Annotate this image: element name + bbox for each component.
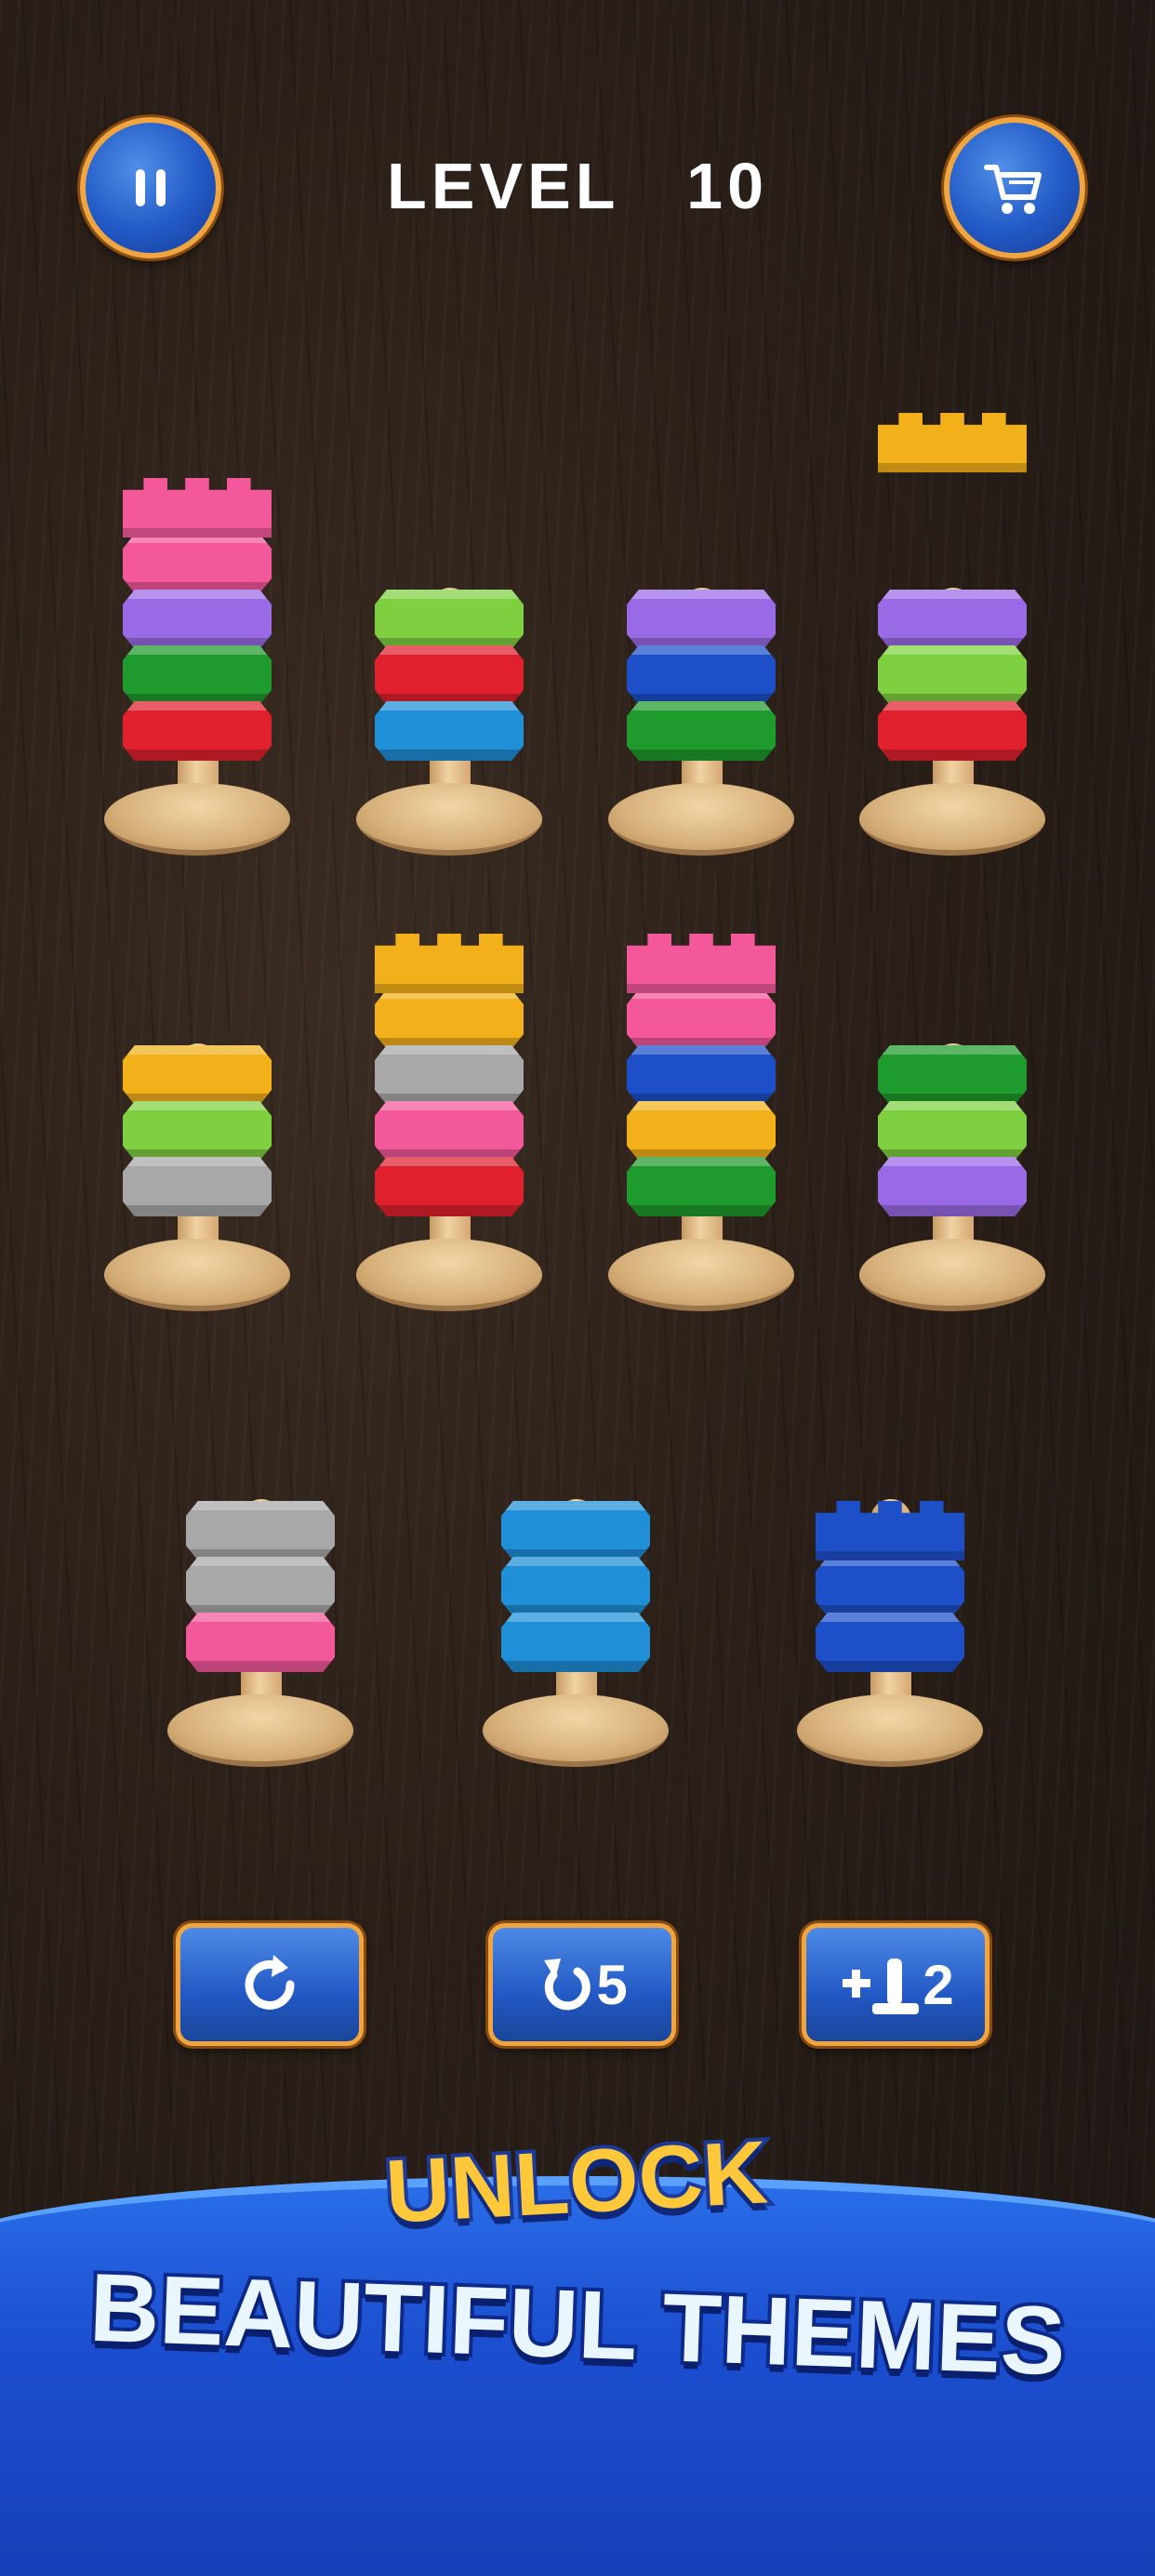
ring-lime[interactable] (878, 645, 1027, 705)
tower-4[interactable] (859, 413, 1055, 902)
ring-red[interactable] (123, 701, 272, 761)
ring-crown-yellow[interactable] (878, 413, 1027, 472)
undo-button[interactable]: 5 (488, 1923, 676, 2046)
ring-purple[interactable] (878, 1157, 1027, 1216)
add-peg-icon (843, 1959, 920, 2014)
tower-3[interactable] (608, 437, 803, 902)
ring-navy[interactable] (627, 645, 776, 705)
ring-green[interactable] (123, 645, 272, 705)
pause-icon (136, 169, 166, 206)
restart-icon (245, 1955, 295, 2010)
level-title: LEVEL 10 (299, 149, 856, 223)
ring-yellow[interactable] (375, 989, 524, 1049)
tower-base (859, 1239, 1045, 1311)
undo-icon (544, 1959, 591, 2011)
ring-red[interactable] (878, 701, 1027, 761)
ring-gray[interactable] (186, 1501, 335, 1560)
ring-yellow[interactable] (627, 1101, 776, 1161)
ring-green[interactable] (627, 701, 776, 761)
tower-base (797, 1694, 983, 1767)
ring-green[interactable] (627, 1157, 776, 1216)
ring-lime[interactable] (878, 1101, 1027, 1161)
ring-gray[interactable] (123, 1157, 272, 1216)
cart-icon (984, 165, 1042, 214)
ring-red[interactable] (375, 645, 524, 705)
ring-purple[interactable] (123, 590, 272, 649)
pause-button[interactable] (80, 117, 221, 259)
ring-purple[interactable] (878, 590, 1027, 649)
ring-green[interactable] (878, 1045, 1027, 1105)
ring-purple[interactable] (627, 590, 776, 649)
tower-base (356, 783, 542, 856)
tower-5[interactable] (104, 893, 299, 1358)
restart-button[interactable] (176, 1923, 364, 2046)
level-number: 10 (686, 150, 769, 222)
ring-pink[interactable] (627, 989, 776, 1049)
ring-navy[interactable] (816, 1557, 964, 1616)
ring-pink[interactable] (123, 534, 272, 593)
ring-pink[interactable] (375, 1101, 524, 1161)
tower-base (608, 1239, 794, 1311)
ring-crown-navy[interactable] (816, 1501, 964, 1560)
tower-10[interactable] (483, 1348, 678, 1813)
tower-base (608, 783, 794, 856)
ring-blue[interactable] (501, 1613, 650, 1672)
ring-red[interactable] (375, 1157, 524, 1216)
tower-6[interactable] (356, 893, 551, 1358)
ring-blue[interactable] (501, 1501, 650, 1560)
ring-navy[interactable] (816, 1613, 964, 1672)
ring-blue[interactable] (375, 701, 524, 761)
tower-base (104, 783, 290, 856)
ring-lime[interactable] (375, 590, 524, 649)
tower-1[interactable] (104, 437, 299, 902)
tower-9[interactable] (167, 1348, 363, 1813)
tower-2[interactable] (356, 437, 551, 902)
ring-crown-pink[interactable] (123, 478, 272, 538)
ring-crown-pink[interactable] (627, 934, 776, 993)
tower-8[interactable] (859, 893, 1055, 1358)
tower-7[interactable] (608, 893, 803, 1358)
tower-base (167, 1694, 353, 1767)
add-peg-button[interactable]: 2 (802, 1923, 989, 2046)
ring-navy[interactable] (627, 1045, 776, 1105)
tower-base (859, 783, 1045, 856)
tower-11[interactable] (797, 1348, 992, 1813)
ring-lime[interactable] (123, 1101, 272, 1161)
level-label: LEVEL (386, 150, 619, 222)
ring-blue[interactable] (501, 1557, 650, 1616)
undo-count: 5 (596, 1953, 628, 2016)
ring-crown-yellow[interactable] (375, 934, 524, 993)
add-peg-count: 2 (923, 1953, 954, 2016)
ring-gray[interactable] (375, 1045, 524, 1105)
ring-yellow[interactable] (123, 1045, 272, 1105)
tower-base (483, 1694, 669, 1767)
ring-gray[interactable] (186, 1557, 335, 1616)
tower-base (356, 1239, 542, 1311)
ring-pink[interactable] (186, 1613, 335, 1672)
tower-base (104, 1239, 290, 1311)
shop-button[interactable] (944, 117, 1085, 259)
